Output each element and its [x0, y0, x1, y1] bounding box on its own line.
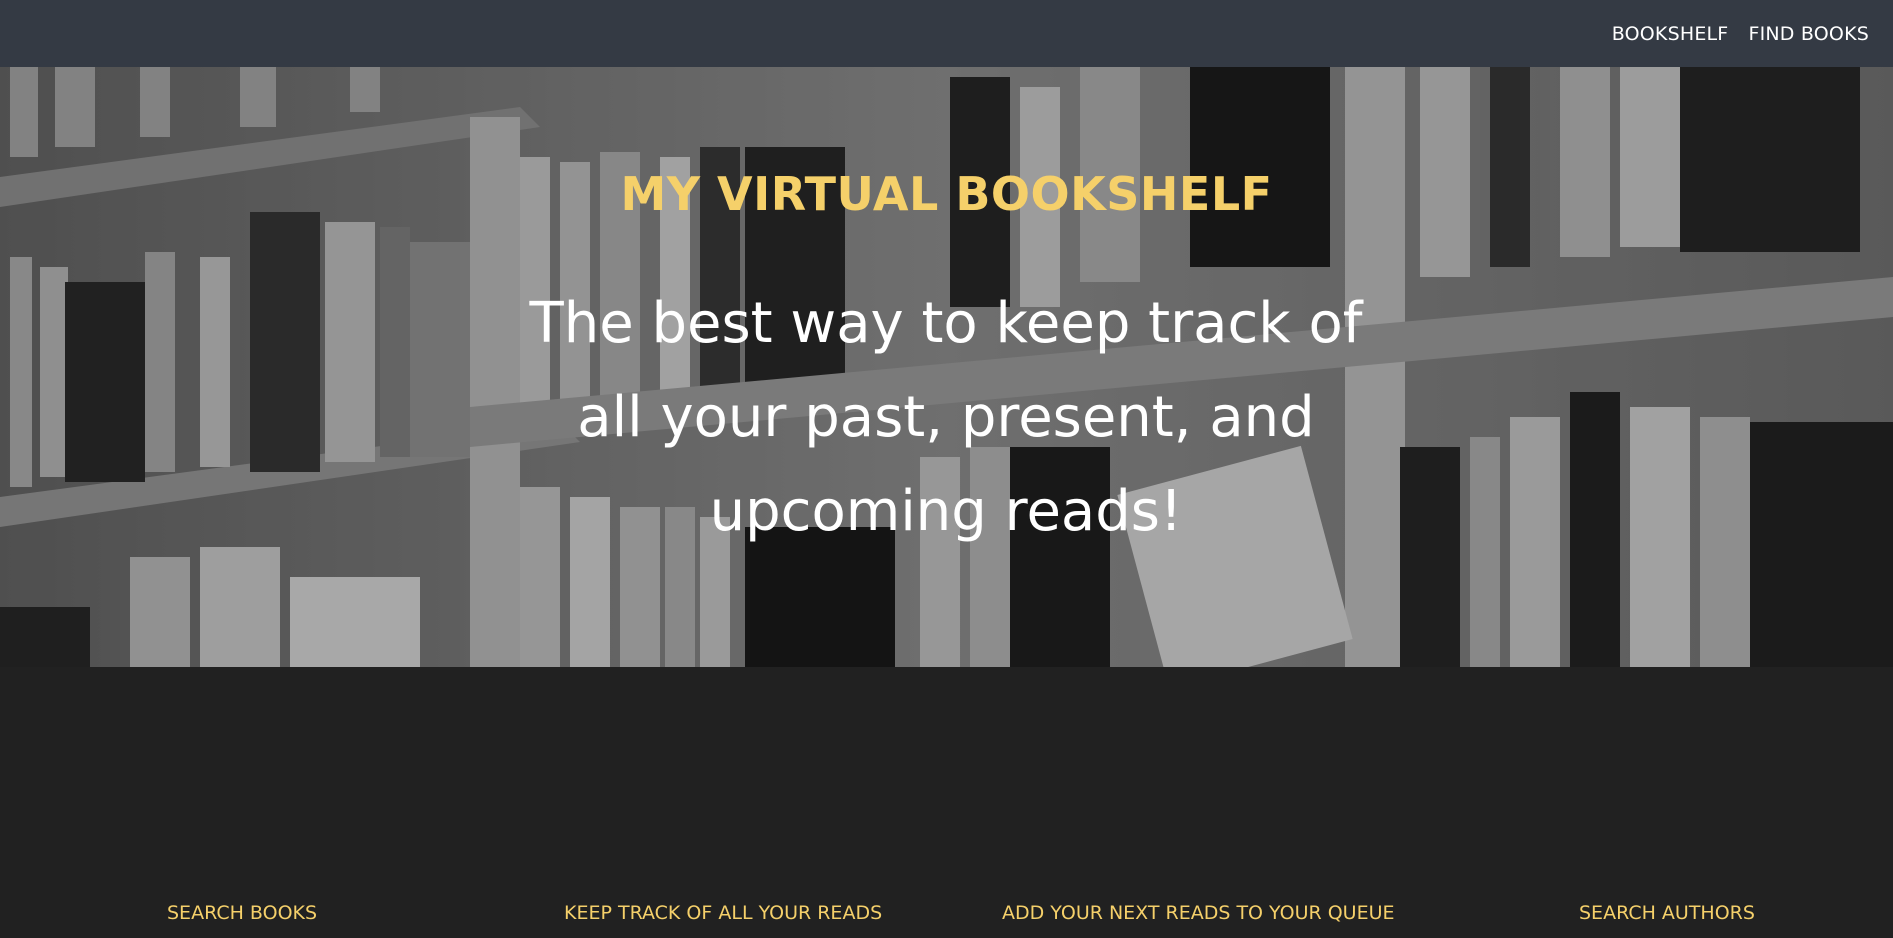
nav-link-bookshelf[interactable]: BOOKSHELF [1612, 23, 1729, 45]
feature-search-books: SEARCH BOOKS [167, 902, 318, 924]
hero-title: MY VIRTUAL BOOKSHELF [620, 167, 1273, 221]
hero-section: MY VIRTUAL BOOKSHELF The best way to kee… [0, 67, 1893, 667]
feature-reading-queue: ADD YOUR NEXT READS TO YOUR QUEUE [1002, 902, 1395, 924]
nav-link-find-books[interactable]: FIND BOOKS [1748, 23, 1869, 45]
top-navbar: BOOKSHELF FIND BOOKS [0, 0, 1893, 67]
features-row: SEARCH BOOKS KEEP TRACK OF ALL YOUR READ… [0, 902, 1893, 930]
feature-track-reads: KEEP TRACK OF ALL YOUR READS [564, 902, 883, 924]
feature-search-authors: SEARCH AUTHORS [1579, 902, 1755, 924]
hero-tagline: The best way to keep track of all your p… [529, 291, 1363, 544]
nav-links: BOOKSHELF FIND BOOKS [1612, 0, 1869, 67]
